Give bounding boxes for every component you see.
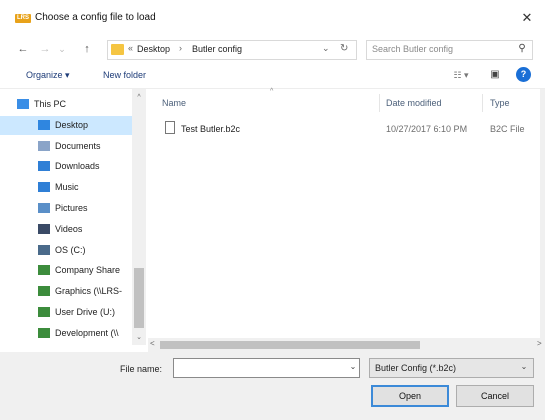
up-button[interactable]: ↑	[79, 40, 95, 58]
file-name-label: File name:	[120, 364, 163, 374]
sort-indicator-icon: ^	[270, 88, 274, 95]
file-icon	[165, 121, 175, 134]
back-button[interactable]: ←	[15, 40, 31, 58]
content-right-edge	[540, 89, 545, 338]
breadcrumb-desktop[interactable]: Desktop	[137, 44, 170, 54]
search-placeholder: Search Butler config	[372, 44, 454, 54]
sidebar-item-label: Music	[55, 182, 79, 193]
sidebar-item-label: Desktop	[55, 119, 89, 130]
videos-icon	[38, 223, 50, 234]
sidebar-item-label: OS (C:)	[55, 244, 86, 255]
sidebar-item-videos[interactable]: Videos	[0, 220, 140, 239]
breadcrumb-separator-icon[interactable]: ›	[179, 43, 182, 53]
sidebar-item-label: Graphics (\\LRS-	[55, 286, 123, 297]
close-icon: ✕	[521, 10, 533, 25]
open-button[interactable]: Open	[371, 385, 449, 407]
help-icon[interactable]: ?	[516, 67, 531, 82]
column-header-type[interactable]: Type	[490, 98, 510, 108]
file-type-value: Butler Config (*.b2c)	[375, 363, 457, 373]
sidebar-item-label: Company Share	[55, 265, 121, 276]
sidebar-item-label: Pictures	[55, 203, 88, 213]
horizontal-scrollbar-thumb[interactable]	[160, 341, 420, 349]
network-drive-icon	[38, 307, 50, 317]
sidebar-item-label: Development (\\	[55, 327, 119, 338]
chevron-down-icon: ⌄	[58, 44, 66, 54]
preview-pane-icon[interactable]: ▣	[487, 68, 503, 82]
address-overflow-icon[interactable]: «	[128, 43, 133, 53]
sidebar-item-this-pc[interactable]: This PC	[0, 95, 140, 114]
navigation-pane[interactable]: This PC Desktop Documents Downloads Music Pic…	[0, 89, 148, 345]
column-divider[interactable]	[379, 94, 380, 112]
desktop-icon	[38, 119, 50, 130]
file-type: B2C File	[490, 124, 525, 134]
file-date-modified: 10/27/2017 6:10 PM	[386, 124, 468, 134]
forward-button[interactable]: →	[37, 40, 53, 58]
computer-icon	[17, 99, 29, 109]
breadcrumb-butler-config[interactable]: Butler config	[192, 44, 242, 54]
sidebar-item-music[interactable]: Music	[0, 178, 140, 197]
column-divider[interactable]	[482, 94, 483, 112]
scroll-down-icon[interactable]: ⌄	[132, 332, 146, 344]
sidebar-item-label: Documents	[55, 140, 101, 151]
sidebar-item-downloads[interactable]: Downloads	[0, 157, 140, 176]
drive-icon	[38, 244, 50, 255]
sidebar-item-company-share[interactable]: Company Share	[0, 261, 140, 280]
scrollbar-thumb[interactable]	[134, 268, 144, 328]
chevron-down-icon[interactable]: ⌄	[348, 362, 358, 374]
sidebar-item-graphics-lrs[interactable]: Graphics (\\LRS-	[0, 282, 140, 301]
sidebar-item-desktop[interactable]: Desktop	[0, 115, 140, 135]
address-dropdown-icon[interactable]: ⌄	[322, 43, 330, 54]
up-arrow-icon: ↑	[84, 43, 90, 55]
app-icon: LRS	[15, 14, 31, 23]
file-name-input[interactable]	[173, 358, 360, 378]
search-icon[interactable]: ⚲	[516, 43, 528, 55]
sidebar-item-label: Videos	[55, 223, 83, 234]
network-drive-icon	[38, 286, 50, 297]
scroll-up-icon[interactable]: ^	[132, 92, 146, 104]
sidebar-item-user-drive-u[interactable]: User Drive (U:)	[0, 303, 140, 322]
organize-button[interactable]: Organize ▾	[26, 70, 70, 81]
folder-icon	[111, 44, 124, 55]
network-drive-icon	[38, 265, 50, 276]
file-name[interactable]: Test Butler.b2c	[181, 124, 240, 134]
sidebar-item-os-c[interactable]: OS (C:)	[0, 241, 140, 260]
sidebar-item-pictures[interactable]: Pictures	[0, 199, 140, 218]
documents-icon	[38, 140, 50, 151]
forward-arrow-icon: →	[39, 43, 51, 55]
network-drive-icon	[38, 327, 50, 338]
recent-locations-button[interactable]: ⌄	[56, 40, 68, 58]
sidebar-item-documents[interactable]: Documents	[0, 137, 140, 156]
sidebar-item-label: This PC	[34, 99, 67, 109]
scroll-right-icon[interactable]: >	[537, 339, 542, 348]
sidebar-item-label: Downloads	[55, 161, 100, 172]
chevron-down-icon[interactable]: ⌄	[519, 362, 529, 374]
column-header-name[interactable]: Name	[162, 98, 186, 108]
music-icon	[38, 182, 50, 193]
new-folder-button[interactable]: New folder	[103, 70, 146, 80]
sidebar-item-label: User Drive (U:)	[55, 307, 115, 317]
sidebar-item-development[interactable]: Development (\\	[0, 324, 140, 343]
view-options-icon[interactable]: ☷ ▾	[446, 68, 476, 82]
window-title: Choose a config file to load	[35, 12, 156, 23]
downloads-icon	[38, 161, 50, 172]
cancel-button[interactable]: Cancel	[456, 385, 534, 407]
scroll-left-icon[interactable]: <	[150, 339, 155, 348]
refresh-icon[interactable]: ↻	[340, 43, 348, 54]
pictures-icon	[38, 203, 50, 213]
close-button[interactable]: ✕	[515, 7, 539, 29]
column-header-date-modified[interactable]: Date modified	[386, 98, 442, 108]
back-arrow-icon: ←	[17, 43, 29, 55]
